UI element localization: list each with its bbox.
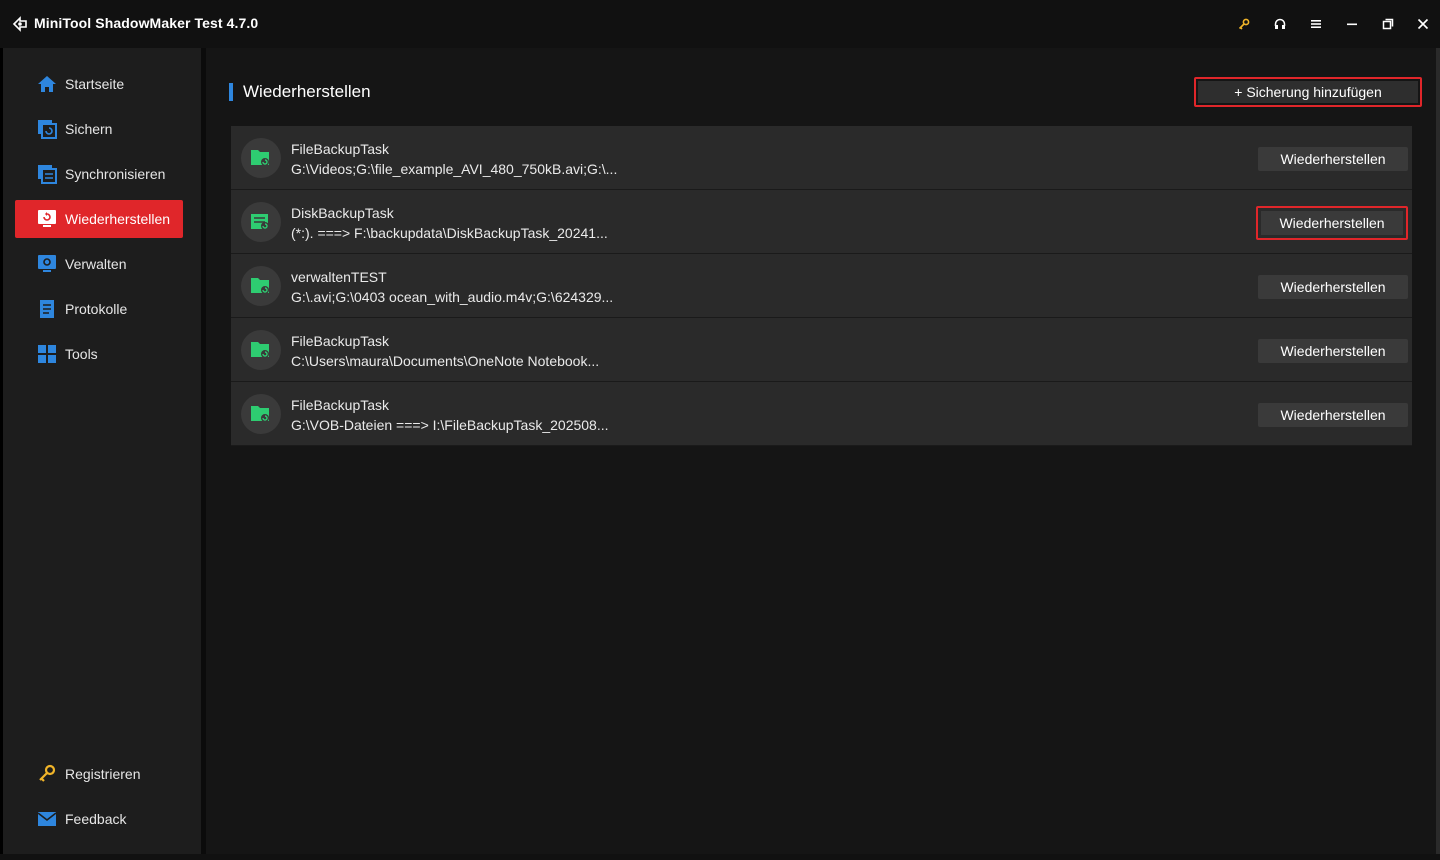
title-bar: MiniTool ShadowMaker Test 4.7.0 (0, 0, 1440, 48)
manage-icon (38, 255, 56, 272)
sidebar-item-label: Sichern (65, 121, 113, 137)
add-backup-button[interactable]: + Sicherung hinzufügen (1194, 77, 1422, 107)
sidebar-item-protokolle[interactable]: Protokolle (15, 290, 183, 328)
sidebar-item-synchronisieren[interactable]: Synchronisieren (15, 155, 183, 193)
sidebar-item-label: Synchronisieren (65, 166, 166, 182)
task-name: verwaltenTEST (291, 269, 387, 285)
task-path: G:\Videos;G:\file_example_AVI_480_750kB.… (291, 161, 618, 177)
task-name: FileBackupTask (291, 333, 390, 349)
task-path: C:\Users\maura\Documents\OneNote Noteboo… (291, 353, 600, 369)
disk-backup-icon (251, 214, 269, 230)
close-icon[interactable] (1413, 14, 1433, 34)
restore-icon (38, 210, 56, 227)
task-icon (241, 394, 281, 434)
minimize-icon[interactable] (1342, 14, 1362, 34)
restore-button[interactable]: Wiederherstellen (1258, 403, 1408, 427)
task-icon (241, 138, 281, 178)
task-row: FileBackupTask C:\Users\maura\Documents\… (231, 318, 1412, 382)
app-title: MiniTool ShadowMaker Test 4.7.0 (34, 15, 259, 31)
task-row: DiskBackupTask (*:). ===> F:\backupdata\… (231, 190, 1412, 254)
task-list: FileBackupTask G:\Videos;G:\file_example… (231, 126, 1412, 446)
restore-window-icon[interactable] (1378, 14, 1398, 34)
restore-button[interactable]: Wiederherstellen (1258, 147, 1408, 171)
restore-button[interactable]: Wiederherstellen (1258, 275, 1408, 299)
key-icon (39, 764, 56, 782)
menu-icon[interactable] (1306, 14, 1326, 34)
restore-button[interactable]: Wiederherstellen (1258, 339, 1408, 363)
home-icon (38, 76, 56, 92)
backup-icon (38, 120, 57, 139)
sidebar-item-registrieren[interactable]: Registrieren (15, 755, 183, 793)
task-icon (241, 202, 281, 242)
sidebar-item-label: Verwalten (65, 256, 127, 272)
task-path: G:\.avi;G:\0403 ocean_with_audio.m4v;G:\… (291, 289, 614, 305)
file-backup-icon (251, 406, 269, 422)
page-title: Wiederherstellen (243, 82, 371, 101)
logs-icon (40, 300, 54, 318)
key-icon[interactable] (1234, 14, 1254, 34)
restore-button-highlighted[interactable]: Wiederherstellen (1256, 206, 1408, 240)
task-name: DiskBackupTask (291, 205, 394, 221)
sidebar-item-startseite[interactable]: Startseite (15, 65, 183, 103)
file-backup-icon (251, 150, 269, 166)
task-row: FileBackupTask G:\VOB-Dateien ===> I:\Fi… (231, 382, 1412, 446)
sidebar-item-sichern[interactable]: Sichern (15, 110, 183, 148)
task-path: (*:). ===> F:\backupdata\DiskBackupTask_… (291, 225, 608, 241)
headset-icon[interactable] (1270, 14, 1290, 34)
window-edge (1436, 48, 1440, 860)
app-logo-icon (12, 16, 27, 32)
sidebar-item-label: Feedback (65, 811, 127, 827)
restore-button-label: Wiederherstellen (1261, 211, 1403, 235)
sidebar-item-label: Protokolle (65, 301, 128, 317)
sidebar-item-tools[interactable]: Tools (15, 335, 183, 373)
sidebar-item-wiederherstellen[interactable]: Wiederherstellen (15, 200, 183, 238)
task-icon (241, 330, 281, 370)
tools-icon (38, 345, 56, 363)
file-backup-icon (251, 342, 269, 358)
window-bottom-edge (0, 854, 1440, 860)
section-accent-bar (229, 83, 233, 101)
add-backup-button-label: + Sicherung hinzufügen (1198, 81, 1418, 103)
task-path: G:\VOB-Dateien ===> I:\FileBackupTask_20… (291, 417, 609, 433)
file-backup-icon (251, 278, 269, 294)
sidebar-item-label: Startseite (65, 76, 125, 92)
task-row: verwaltenTEST G:\.avi;G:\0403 ocean_with… (231, 254, 1412, 318)
sidebar-item-label: Tools (65, 346, 98, 362)
sidebar-item-label: Registrieren (65, 766, 141, 782)
task-row: FileBackupTask G:\Videos;G:\file_example… (231, 126, 1412, 190)
sidebar-item-feedback[interactable]: Feedback (15, 800, 183, 838)
sidebar-item-verwalten[interactable]: Verwalten (15, 245, 183, 283)
task-name: FileBackupTask (291, 397, 390, 413)
task-icon (241, 266, 281, 306)
sidebar-item-label: Wiederherstellen (65, 211, 171, 227)
mail-icon (37, 812, 57, 826)
sync-icon (38, 165, 57, 184)
task-name: FileBackupTask (291, 141, 390, 157)
